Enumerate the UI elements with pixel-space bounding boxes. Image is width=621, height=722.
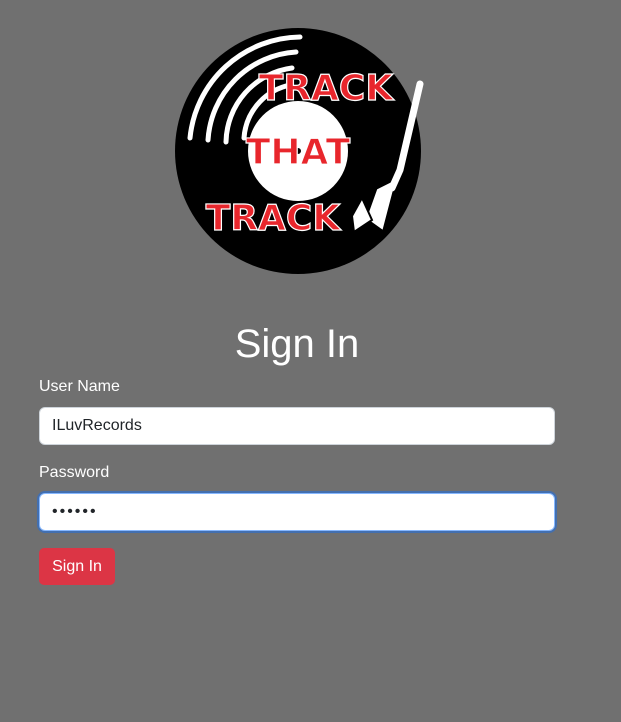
- password-label: Password: [39, 464, 110, 481]
- username-input[interactable]: [39, 407, 555, 445]
- password-input[interactable]: [39, 493, 555, 531]
- sign-in-page: TRACK THAT TRACK Sign In User Name Passw…: [0, 0, 621, 722]
- page-title: Sign In: [234, 322, 360, 366]
- logo-word-that: THAT: [246, 132, 351, 173]
- track-that-track-logo: TRACK THAT TRACK: [168, 20, 432, 280]
- logo-word-track-top: TRACK: [259, 68, 395, 109]
- sign-in-button[interactable]: Sign In: [39, 548, 115, 585]
- username-label: User Name: [39, 378, 120, 395]
- vinyl-record-logo-graphic: TRACK THAT TRACK: [175, 28, 424, 274]
- logo-word-track-bottom: TRACK: [206, 198, 342, 239]
